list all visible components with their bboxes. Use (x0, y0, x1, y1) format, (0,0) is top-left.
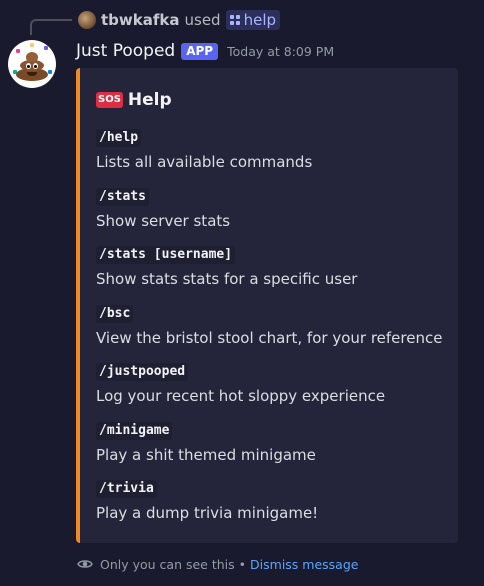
embed-title-text: Help (127, 90, 172, 110)
embed-field-bsc: /bsc View the bristol stool chart, for y… (96, 302, 442, 347)
embed-title: SOS Help (96, 90, 172, 110)
bot-avatar[interactable] (8, 40, 56, 88)
reply-username[interactable]: tbwkafka (101, 11, 180, 29)
dismiss-message-link[interactable]: Dismiss message (250, 557, 358, 572)
embed-field-help: /help Lists all available commands (96, 126, 312, 171)
poop-emoji-icon (15, 52, 49, 82)
message-header: Just Pooped APP Today at 8:09 PM (76, 40, 334, 62)
embed-field-stats: /stats Show server stats (96, 185, 230, 230)
app-badge: APP (181, 42, 219, 60)
field-description: Play a shit themed minigame (96, 446, 316, 464)
embed-field-justpooped: /justpooped Log your recent hot sloppy e… (96, 360, 385, 405)
command-chip[interactable]: help (225, 10, 281, 30)
chat-message-area: tbwkafka used help Just Pooped APP Today… (0, 0, 484, 586)
bot-name[interactable]: Just Pooped (76, 41, 175, 61)
embed-field-trivia: /trivia Play a dump trivia minigame! (96, 477, 318, 522)
eye-icon (77, 560, 93, 568)
field-command-name: /stats (96, 188, 149, 206)
footer-separator: • (238, 556, 247, 572)
field-command-name: /justpooped (96, 363, 189, 381)
field-command-name: /bsc (96, 305, 134, 323)
field-command-name: /stats [username] (96, 246, 236, 264)
command-reply-header[interactable]: tbwkafka used help (78, 9, 281, 31)
field-description: View the bristol stool chart, for your r… (96, 329, 443, 347)
message-timestamp[interactable]: Today at 8:09 PM (227, 44, 334, 59)
embed-field-stats-username: /stats [username] Show stats stats for a… (96, 243, 357, 288)
field-description: Play a dump trivia minigame! (96, 504, 319, 522)
reply-connector-line (30, 19, 72, 35)
user-mini-avatar[interactable] (78, 11, 96, 29)
field-description: Show server stats (96, 212, 231, 230)
reply-used-text: used (184, 11, 221, 29)
command-name: help (243, 11, 277, 29)
field-command-name: /trivia (96, 480, 157, 498)
visibility-text: Only you can see this (100, 556, 235, 572)
sos-icon: SOS (96, 92, 123, 108)
field-command-name: /minigame (96, 422, 173, 440)
ephemeral-footer: Only you can see this • Dismiss message (77, 555, 358, 573)
field-description: Lists all available commands (96, 153, 313, 171)
help-embed: SOS Help /help Lists all available comma… (76, 68, 458, 543)
field-description: Log your recent hot sloppy experience (96, 387, 386, 405)
slash-command-icon (229, 15, 240, 25)
embed-field-minigame: /minigame Play a shit themed minigame (96, 419, 316, 464)
field-command-name: /help (96, 129, 142, 147)
field-description: Show stats stats for a specific user (96, 270, 358, 288)
